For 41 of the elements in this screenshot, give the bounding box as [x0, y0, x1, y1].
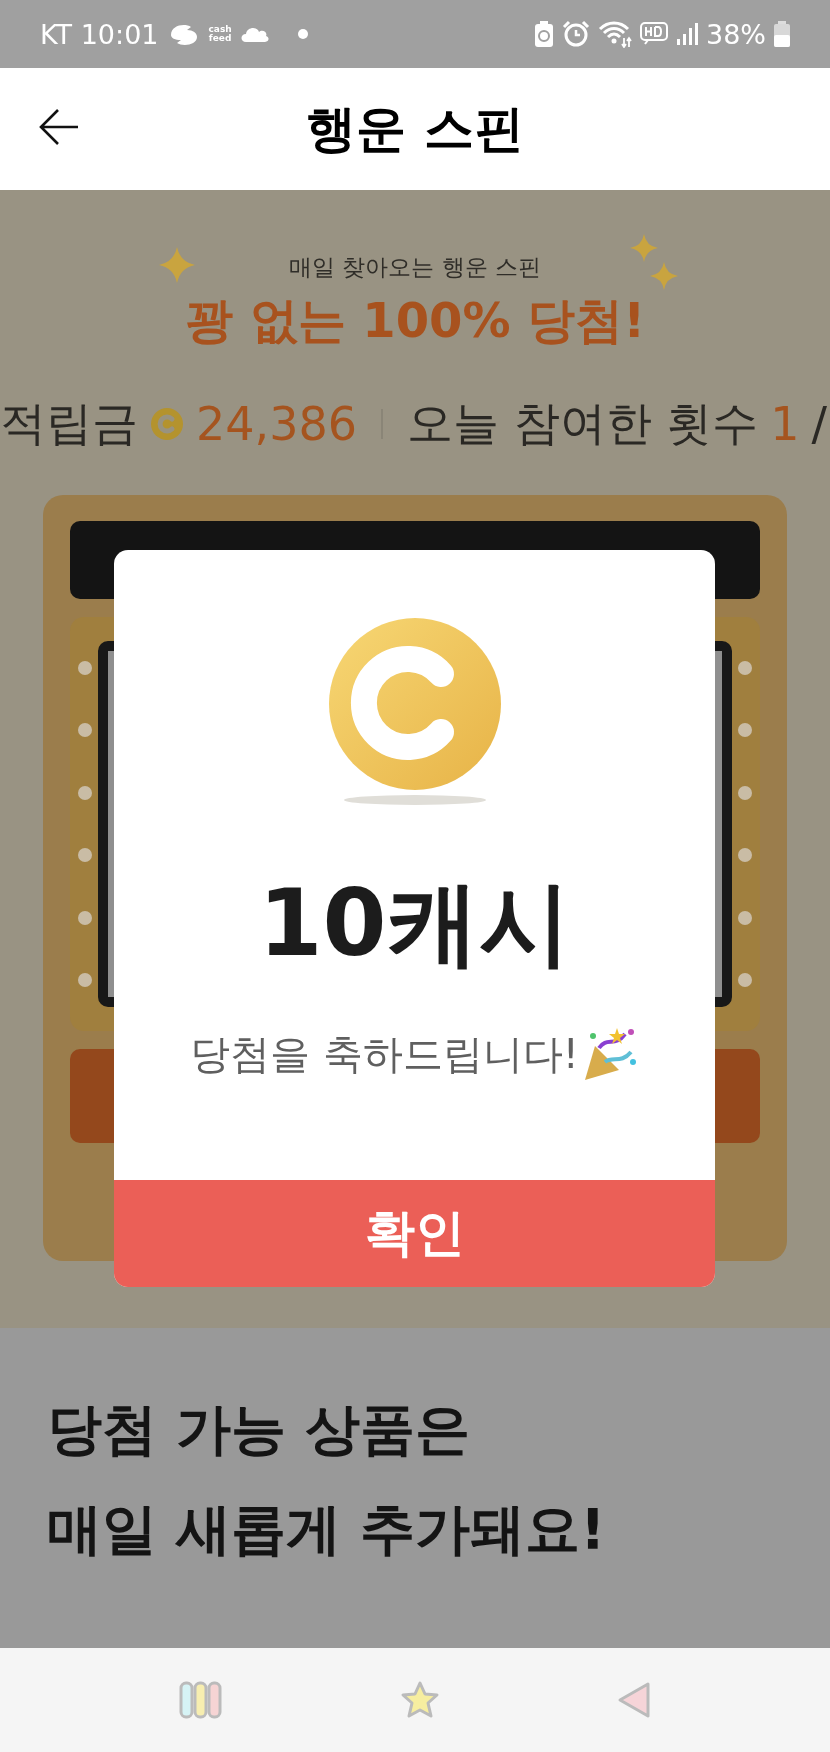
- hd-icon: [640, 22, 668, 46]
- alarm-icon: [562, 20, 590, 48]
- count-label: 오늘 참여한 횟수: [406, 395, 759, 452]
- back-arrow-icon: [38, 108, 80, 146]
- bulb-icon: [738, 785, 752, 800]
- page-title: 행운 스핀: [306, 98, 524, 160]
- star-icon[interactable]: [399, 1680, 441, 1720]
- count-separator: /: [811, 397, 827, 451]
- recent-apps-icon[interactable]: [177, 1680, 224, 1720]
- wifi-icon: [598, 20, 632, 48]
- bulb-icon: [78, 723, 92, 738]
- count-value: 1: [770, 397, 800, 451]
- battery-percent: 38%: [706, 18, 766, 50]
- points-label: 적립금: [0, 395, 138, 452]
- bulb-icon: [738, 723, 752, 738]
- bulb-icon: [738, 910, 752, 925]
- bulb-icon: [78, 910, 92, 925]
- section-heading: 매일 새롭게 추가돼요!: [47, 1496, 607, 1563]
- prize-amount: 10캐시: [258, 869, 571, 979]
- bulb-icon: [738, 972, 752, 987]
- bulb-icon: [78, 972, 92, 987]
- points-value: 24,386: [196, 397, 357, 451]
- battery-icon: [774, 21, 790, 47]
- bulb-icon: [78, 661, 92, 675]
- dot-icon: [297, 29, 308, 39]
- congrats-message: 당첨을 축하드립니다!: [190, 1029, 579, 1079]
- confirm-button[interactable]: 확인: [114, 1180, 715, 1287]
- section-heading: 당첨 가능 상품은: [47, 1396, 472, 1463]
- bulb-icon: [78, 785, 92, 800]
- status-time: KT 10:01: [40, 18, 159, 50]
- back-button[interactable]: [38, 108, 80, 146]
- bulb-icon: [78, 848, 92, 863]
- bulb-icon: [738, 661, 752, 675]
- back-triangle-icon[interactable]: [616, 1680, 653, 1720]
- signal-icon: [676, 22, 698, 46]
- battery-saver-icon: [534, 20, 554, 48]
- promo-subtitle: 매일 찾아오는 행운 스핀: [289, 253, 541, 282]
- app-logo-text: cash feed: [208, 25, 232, 43]
- promo-headline: 꽝 없는 100% 당첨!: [184, 291, 646, 350]
- coin-icon: [150, 407, 184, 441]
- bulb-icon: [738, 848, 752, 863]
